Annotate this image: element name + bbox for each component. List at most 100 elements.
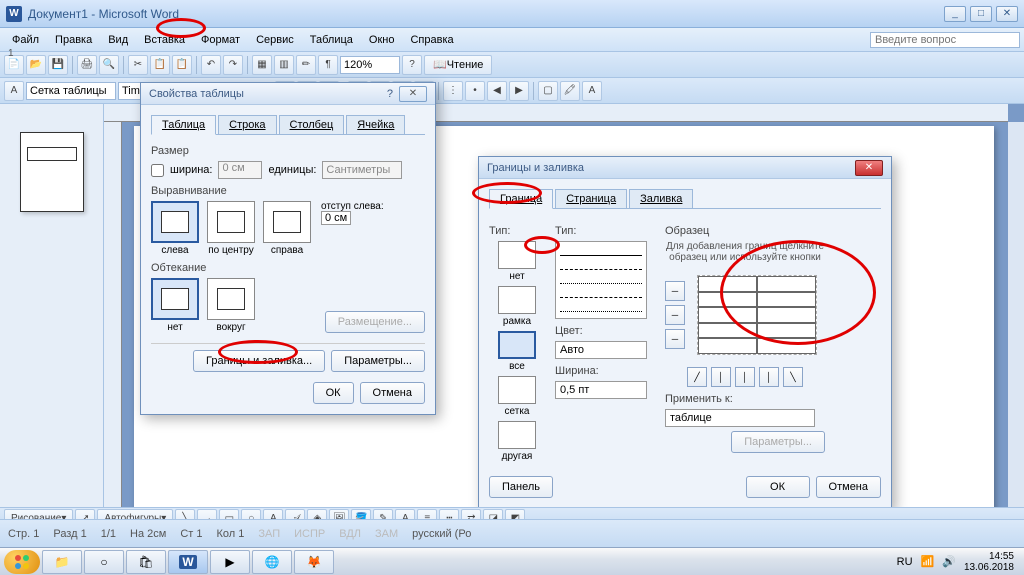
redo-icon[interactable]: ↷ — [223, 55, 243, 75]
wrap-around-option[interactable] — [207, 278, 255, 320]
vertical-scrollbar[interactable] — [1008, 122, 1024, 530]
dialog-titlebar[interactable]: Границы и заливка ✕ — [479, 157, 891, 179]
tab-border[interactable]: Граница — [489, 189, 553, 209]
border-left-btn[interactable]: │ — [711, 367, 731, 387]
indent-dec-icon[interactable]: ◀ — [487, 81, 507, 101]
params-button[interactable]: Параметры... — [331, 350, 425, 372]
tray-clock[interactable]: 14:5513.06.2018 — [964, 551, 1014, 573]
type-none-option[interactable] — [498, 241, 536, 269]
border-diag1-btn[interactable]: ╱ — [687, 367, 707, 387]
task-cortana[interactable]: ○ — [84, 550, 124, 574]
width-input[interactable]: 0 см — [218, 161, 262, 179]
zoom-select[interactable]: 120% — [340, 56, 400, 74]
task-store[interactable]: 🛍 — [126, 550, 166, 574]
tray-network-icon[interactable]: 📶 — [921, 555, 935, 568]
width-combo[interactable]: 0,5 пт — [555, 381, 647, 399]
type-grid-option[interactable] — [498, 376, 536, 404]
cut-icon[interactable]: ✂ — [128, 55, 148, 75]
type-box-option[interactable] — [498, 286, 536, 314]
tab-page[interactable]: Страница — [555, 189, 627, 208]
minimize-button[interactable]: _ — [944, 6, 966, 22]
task-firefox[interactable]: 🦊 — [294, 550, 334, 574]
help-input[interactable] — [870, 32, 1020, 48]
cancel-button[interactable]: Отмена — [360, 382, 425, 404]
paste-icon[interactable]: 📋 — [172, 55, 192, 75]
align-right-option[interactable] — [263, 201, 311, 243]
close-icon[interactable]: ✕ — [855, 160, 883, 176]
font-color-icon[interactable]: A — [582, 81, 602, 101]
preview-grid[interactable] — [697, 275, 817, 355]
panel-button[interactable]: Панель — [489, 476, 553, 498]
drawing-icon[interactable]: ✏ — [296, 55, 316, 75]
menu-table[interactable]: Таблица — [302, 32, 361, 48]
params-button[interactable]: Параметры... — [731, 431, 825, 453]
task-explorer[interactable]: 📁 — [42, 550, 82, 574]
highlight-icon[interactable]: 🖍 — [560, 81, 580, 101]
tray-volume-icon[interactable]: 🔊 — [942, 555, 956, 568]
indent-input[interactable]: 0 см — [321, 211, 351, 225]
print-icon[interactable]: 🖨 — [77, 55, 97, 75]
menu-file[interactable]: Файл — [4, 32, 47, 48]
menu-view[interactable]: Вид — [100, 32, 136, 48]
start-button[interactable] — [4, 550, 40, 574]
border-hmid-btn[interactable]: ─ — [665, 305, 685, 325]
positioning-button[interactable]: Размещение... — [325, 311, 425, 333]
tab-cell[interactable]: Ячейка — [346, 115, 405, 134]
tab-row[interactable]: Строка — [218, 115, 276, 134]
vertical-ruler[interactable] — [104, 122, 122, 530]
new-icon[interactable]: 📄 — [4, 55, 24, 75]
close-button[interactable]: ✕ — [996, 6, 1018, 22]
pilcrow-icon[interactable]: ¶ — [318, 55, 338, 75]
undo-icon[interactable]: ↶ — [201, 55, 221, 75]
tab-column[interactable]: Столбец — [279, 115, 345, 134]
align-left-option[interactable] — [151, 201, 199, 243]
borders-shading-button[interactable]: Границы и заливка... — [193, 350, 325, 372]
units-combo[interactable]: Сантиметры — [322, 161, 402, 179]
border-bottom-btn[interactable]: ─ — [665, 329, 685, 349]
border-top-btn[interactable]: ─ — [665, 281, 685, 301]
color-combo[interactable]: Авто — [555, 341, 647, 359]
copy-icon[interactable]: 📋 — [150, 55, 170, 75]
columns-icon[interactable]: ▥ — [274, 55, 294, 75]
tab-shading[interactable]: Заливка — [629, 189, 693, 208]
bullets-icon[interactable]: • — [465, 81, 485, 101]
indent-inc-icon[interactable]: ▶ — [509, 81, 529, 101]
page-thumbnail[interactable] — [20, 132, 84, 212]
menu-format[interactable]: Формат — [193, 32, 248, 48]
width-checkbox[interactable] — [151, 164, 164, 177]
border-right-btn[interactable]: │ — [759, 367, 779, 387]
borders-icon[interactable]: ▢ — [538, 81, 558, 101]
apply-combo[interactable]: таблице — [665, 409, 815, 427]
numbering-icon[interactable]: ⋮ — [443, 81, 463, 101]
ok-button[interactable]: ОК — [746, 476, 810, 498]
cancel-button[interactable]: Отмена — [816, 476, 881, 498]
type-all-option[interactable] — [498, 331, 536, 359]
menu-help[interactable]: Справка — [402, 32, 461, 48]
preview-icon[interactable]: 🔍 — [99, 55, 119, 75]
restore-button[interactable]: □ — [970, 6, 992, 22]
border-vmid-btn[interactable]: │ — [735, 367, 755, 387]
align-center-option[interactable] — [207, 201, 255, 243]
border-diag2-btn[interactable]: ╲ — [783, 367, 803, 387]
tab-table[interactable]: Таблица — [151, 115, 216, 135]
menu-edit[interactable]: Правка — [47, 32, 100, 48]
help-icon[interactable]: ? — [387, 88, 393, 100]
close-icon[interactable]: ✕ — [399, 86, 427, 102]
save-icon[interactable]: 💾 — [48, 55, 68, 75]
task-chrome[interactable]: 🌐 — [252, 550, 292, 574]
read-mode-button[interactable]: 📖 Чтение — [424, 55, 492, 75]
menu-insert[interactable]: Вставка — [136, 32, 193, 48]
open-icon[interactable]: 📂 — [26, 55, 46, 75]
line-style-list[interactable] — [555, 241, 647, 319]
menu-window[interactable]: Окно — [361, 32, 403, 48]
help-icon[interactable]: ? — [402, 55, 422, 75]
styles-icon[interactable]: A — [4, 81, 24, 101]
tray-lang[interactable]: RU — [897, 556, 913, 568]
style-select[interactable]: Сетка таблицы — [26, 82, 116, 100]
table-icon[interactable]: ▦ — [252, 55, 272, 75]
ok-button[interactable]: ОК — [313, 382, 354, 404]
task-media[interactable]: ▶ — [210, 550, 250, 574]
task-word[interactable]: W — [168, 550, 208, 574]
menu-tools[interactable]: Сервис — [248, 32, 302, 48]
type-custom-option[interactable] — [498, 421, 536, 449]
